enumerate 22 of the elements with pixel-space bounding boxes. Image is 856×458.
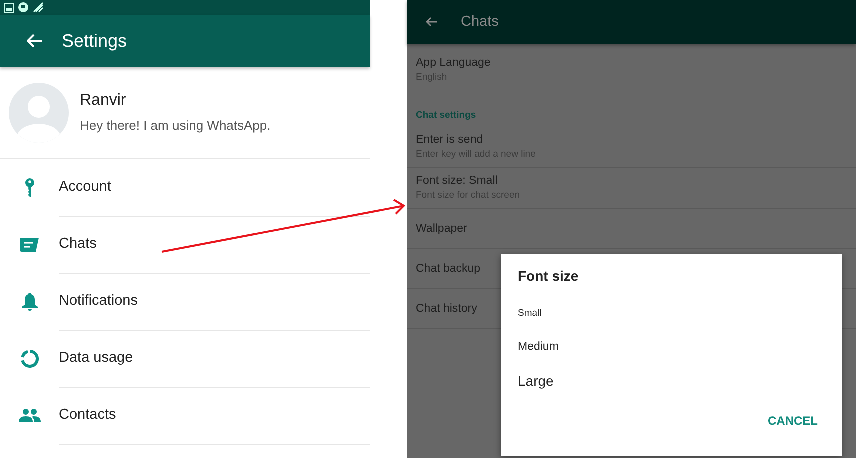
settings-menu-item[interactable]: Contacts (59, 407, 116, 423)
profile-name: Ranvir (80, 92, 128, 110)
dialog-title: Font size (518, 268, 579, 284)
chat-icon (20, 238, 39, 252)
back-arrow-icon[interactable] (426, 17, 438, 27)
settings-menu-item[interactable]: Notifications (59, 293, 138, 309)
section-header: Chat settings (415, 109, 478, 123)
screen-title: Settings (62, 30, 128, 52)
settings-menu-item[interactable]: Data usage (59, 350, 134, 366)
contacts-icon (18, 409, 40, 422)
font-size-option[interactable]: Medium (518, 330, 559, 364)
bell-icon (22, 292, 38, 310)
settings-menu-item[interactable]: Chats (59, 236, 97, 252)
key-icon (24, 178, 34, 197)
profile-status: Hey there! I am using WhatsApp. (80, 118, 271, 133)
settings-menu-item[interactable]: Account (59, 179, 112, 195)
font-size-option[interactable]: Large (518, 364, 554, 398)
data-usage-icon (20, 350, 38, 368)
image-icon (4, 2, 14, 12)
font-size-option[interactable]: Small (518, 296, 542, 330)
screen-title: Chats (461, 14, 499, 30)
cancel-button[interactable]: CANCEL (761, 410, 825, 432)
